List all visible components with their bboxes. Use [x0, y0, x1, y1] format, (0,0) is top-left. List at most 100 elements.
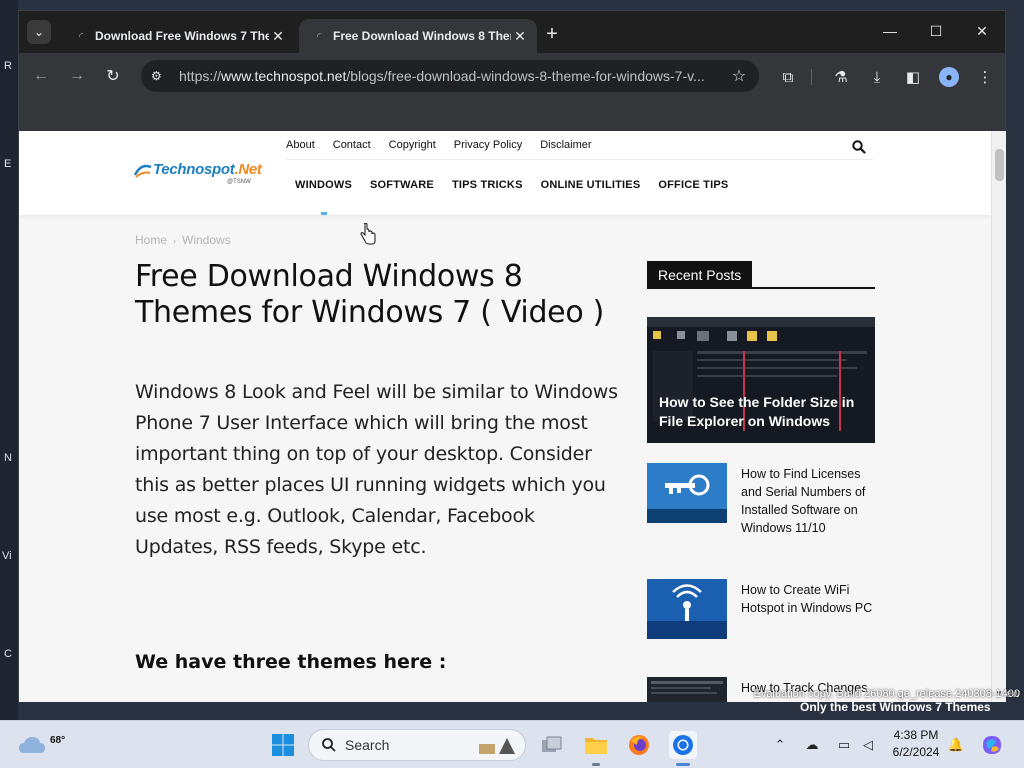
- loading-icon: ◜: [78, 30, 84, 43]
- nav-tips-tricks[interactable]: TIPS TRICKS: [452, 179, 523, 191]
- nav-office-tips[interactable]: OFFICE TIPS: [658, 179, 728, 191]
- search-icon[interactable]: [851, 139, 867, 155]
- desktop-icon-label[interactable]: E: [4, 158, 11, 170]
- weather-temperature: 68°: [50, 735, 66, 746]
- site-header: Technospot.Net @TSNW About Contact Copyr…: [19, 131, 991, 215]
- chevron-down-icon: ⌄: [33, 25, 45, 39]
- featured-post[interactable]: How to See the Folder Size in File Explo…: [647, 317, 875, 443]
- featured-post-title[interactable]: How to See the Folder Size in File Explo…: [659, 393, 869, 431]
- close-icon[interactable]: ✕: [269, 27, 287, 45]
- arrow-left-icon: ←: [33, 67, 49, 84]
- extensions-icon[interactable]: ⧉: [776, 65, 800, 89]
- tab-title: Free Download Windows 8 Themes: [333, 29, 511, 43]
- cloud-offline-icon[interactable]: ☁: [802, 735, 822, 755]
- menu-kebab-icon[interactable]: ⋮: [973, 65, 997, 89]
- start-button-windows-icon[interactable]: [271, 733, 295, 757]
- menu-copyright[interactable]: Copyright: [389, 137, 436, 153]
- desktop-icon-label[interactable]: Vi: [2, 550, 12, 562]
- recent-post-item[interactable]: How to Find Licenses and Serial Numbers …: [647, 463, 875, 535]
- minimize-button[interactable]: —: [867, 17, 913, 45]
- volume-muted-icon[interactable]: ◁: [858, 735, 878, 755]
- address-bar[interactable]: ⚙ https://www.technospot.net/blogs/free-…: [141, 60, 759, 92]
- desktop-icon-label[interactable]: C: [4, 648, 12, 660]
- tab-download-windows-7-themes[interactable]: ◜ Download Free Windows 7 Themes ✕: [61, 19, 295, 53]
- recent-post-title[interactable]: How to Find Licenses and Serial Numbers …: [741, 465, 875, 537]
- desktop-icon-label[interactable]: R: [4, 60, 12, 72]
- recent-post-title[interactable]: How to Create WiFi Hotspot in Windows PC: [741, 581, 875, 617]
- chrome-logo-icon: [673, 735, 693, 755]
- clock-date: 6/2/2024: [892, 745, 940, 759]
- site-logo[interactable]: Technospot.Net @TSNW: [133, 155, 262, 185]
- reload-icon: ↻: [106, 68, 120, 85]
- person-icon: ●: [939, 67, 959, 87]
- task-view-icon[interactable]: [538, 731, 566, 759]
- active-app-indicator: [676, 763, 690, 766]
- breadcrumb: Home › Windows: [135, 233, 231, 247]
- taskbar-search-label: Search: [345, 737, 390, 753]
- side-panel-icon[interactable]: ◧: [901, 65, 925, 89]
- nav-software[interactable]: SOFTWARE: [370, 179, 434, 191]
- recent-posts-heading: Recent Posts: [647, 261, 875, 289]
- tab-windows-8-themes[interactable]: ◜ Free Download Windows 8 Themes ✕: [299, 19, 537, 53]
- reload-button[interactable]: ↻: [99, 63, 127, 89]
- active-menu-indicator: [321, 212, 327, 215]
- tab-search-button[interactable]: ⌄: [27, 20, 51, 44]
- chevron-up-icon[interactable]: ⌃: [770, 735, 790, 755]
- arrow-right-icon: →: [69, 67, 85, 84]
- menu-disclaimer[interactable]: Disclaimer: [540, 137, 591, 153]
- article-body: Windows 8 Look and Feel will be similar …: [135, 381, 618, 558]
- url-text[interactable]: https://www.technospot.net/blogs/free-do…: [179, 68, 729, 84]
- logo-text: Technospot.Net: [153, 161, 262, 178]
- back-button[interactable]: ←: [27, 63, 55, 89]
- plus-icon: +: [546, 22, 558, 45]
- breadcrumb-windows[interactable]: Windows: [182, 233, 231, 247]
- system-clock[interactable]: 4:38 PM 6/2/2024: [884, 727, 948, 761]
- menu-contact[interactable]: Contact: [333, 137, 371, 153]
- search-icon: [322, 738, 336, 752]
- recent-posts-sidebar: Recent Posts How to See the Folder Size …: [647, 261, 875, 702]
- labs-flask-icon[interactable]: ⚗: [829, 65, 853, 89]
- copilot-logo-icon: [983, 736, 1001, 754]
- close-icon[interactable]: ✕: [511, 27, 529, 45]
- breadcrumb-separator-icon: ›: [173, 236, 177, 246]
- nav-online-utilities[interactable]: ONLINE UTILITIES: [541, 179, 641, 191]
- post-thumbnail: [647, 463, 727, 523]
- tab-title: Download Free Windows 7 Themes: [95, 29, 269, 43]
- task-view-glyph-icon: [542, 736, 562, 752]
- close-window-button[interactable]: ✕: [959, 17, 1005, 45]
- copilot-icon[interactable]: [980, 733, 1004, 757]
- search-highlight-icon: [479, 738, 515, 754]
- firefox-icon[interactable]: [625, 731, 653, 759]
- page-scrollbar[interactable]: ▼: [991, 131, 1006, 702]
- menu-privacy-policy[interactable]: Privacy Policy: [454, 137, 522, 153]
- desktop-icon-label[interactable]: N: [4, 452, 12, 464]
- profile-avatar[interactable]: ●: [937, 65, 961, 89]
- file-explorer-icon[interactable]: [582, 731, 610, 759]
- article-subheading: We have three themes here :: [135, 651, 447, 673]
- maximize-button[interactable]: ☐: [913, 17, 959, 45]
- recent-post-item[interactable]: How to Create WiFi Hotspot in Windows PC: [647, 579, 875, 639]
- breadcrumb-home[interactable]: Home: [135, 233, 167, 247]
- chrome-icon[interactable]: [669, 731, 697, 759]
- bookmark-star-icon[interactable]: ☆: [729, 66, 749, 86]
- weather-widget[interactable]: 68°: [18, 727, 65, 763]
- running-indicator: [592, 763, 600, 766]
- forward-button[interactable]: →: [63, 63, 91, 89]
- taskbar: 68° Search ⌃ ☁ ▭ ◁ 4:38 PM 6/2/2024 🔔: [0, 720, 1024, 768]
- cloud-icon: [19, 737, 45, 753]
- logo-subtext: @TSNW: [227, 179, 251, 185]
- taskbar-search-box[interactable]: Search: [308, 729, 526, 761]
- scrollbar-thumb[interactable]: [995, 149, 1004, 181]
- network-icon[interactable]: ▭: [834, 735, 854, 755]
- post-thumbnail: [647, 579, 727, 639]
- download-icon[interactable]: ⤓: [865, 65, 889, 89]
- notification-bell-icon[interactable]: 🔔: [946, 735, 966, 755]
- new-tab-button[interactable]: +: [541, 23, 563, 45]
- menu-divider: [286, 159, 873, 160]
- site-settings-icon[interactable]: ⚙: [151, 69, 171, 83]
- menu-about[interactable]: About: [286, 137, 315, 153]
- hand-cursor-icon: [360, 223, 376, 245]
- nav-windows[interactable]: WINDOWS: [295, 179, 352, 191]
- video-caption-overlay: Only the best Windows 7 Themes: [800, 700, 991, 714]
- close-icon: ✕: [976, 22, 988, 39]
